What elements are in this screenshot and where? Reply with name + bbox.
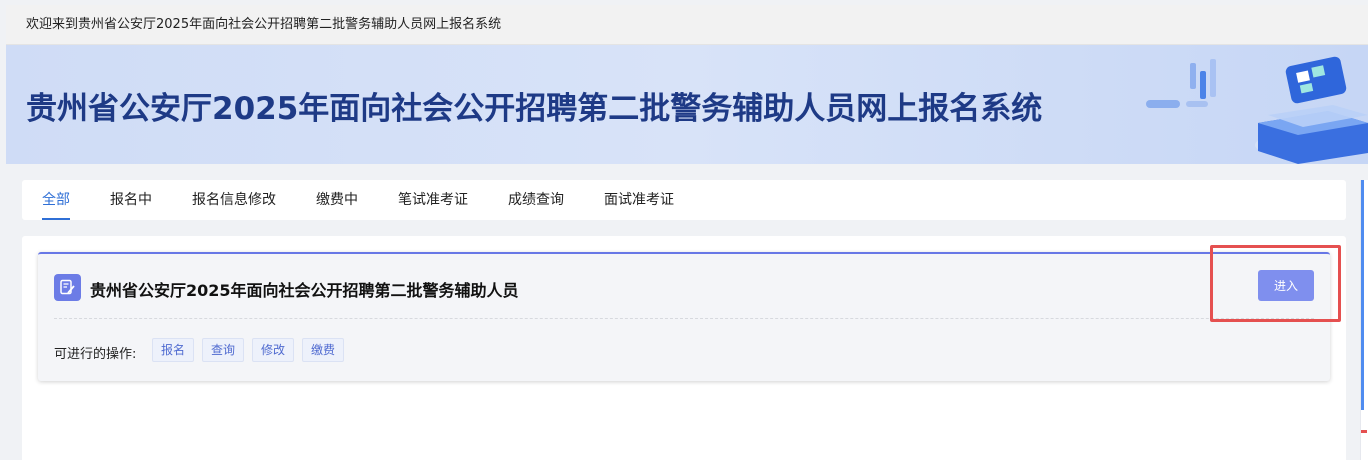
side-accent-bar <box>1361 180 1364 410</box>
top-welcome-bar: 欢迎来到贵州省公安厅2025年面向社会公开招聘第二批警务辅助人员网上报名系统 <box>6 5 1368 45</box>
tab-registering[interactable]: 报名中 <box>110 180 152 220</box>
divider <box>54 318 1314 319</box>
tab-score-query[interactable]: 成绩查询 <box>508 180 564 220</box>
exam-title: 贵州省公安厅2025年面向社会公开招聘第二批警务辅助人员 <box>90 281 519 300</box>
tab-written-exam-admission[interactable]: 笔试准考证 <box>398 180 468 220</box>
tab-interview-admission[interactable]: 面试准考证 <box>604 180 674 220</box>
op-edit-tag[interactable]: 修改 <box>252 338 295 362</box>
exam-list: 贵州省公安厅2025年面向社会公开招聘第二批警务辅助人员 进入 可进行的操作: … <box>22 236 1346 460</box>
op-query-tag[interactable]: 查询 <box>202 338 245 362</box>
enter-button[interactable]: 进入 <box>1258 270 1314 301</box>
op-payment-tag[interactable]: 缴费 <box>302 338 345 362</box>
status-tabs: 全部 报名中 报名信息修改 缴费中 笔试准考证 成绩查询 面试准考证 <box>22 180 1346 220</box>
right-side-panel-edge <box>1360 180 1368 460</box>
welcome-text: 欢迎来到贵州省公安厅2025年面向社会公开招聘第二批警务辅助人员网上报名系统 <box>26 17 502 32</box>
operations-label: 可进行的操作: <box>54 347 137 362</box>
side-red-marker <box>1361 430 1367 433</box>
header-banner: 贵州省公安厅2025年面向社会公开招聘第二批警务辅助人员网上报名系统 <box>6 45 1368 164</box>
tab-payment[interactable]: 缴费中 <box>316 180 358 220</box>
tab-edit-info[interactable]: 报名信息修改 <box>192 180 276 220</box>
banner-title: 贵州省公安厅2025年面向社会公开招聘第二批警务辅助人员网上报名系统 <box>26 91 1043 127</box>
op-register-tag[interactable]: 报名 <box>152 338 195 362</box>
exam-item-card: 贵州省公安厅2025年面向社会公开招聘第二批警务辅助人员 进入 可进行的操作: … <box>38 252 1330 381</box>
banner-illustration-icon <box>1146 56 1368 164</box>
tab-all[interactable]: 全部 <box>42 180 70 220</box>
edit-document-icon <box>54 274 81 301</box>
